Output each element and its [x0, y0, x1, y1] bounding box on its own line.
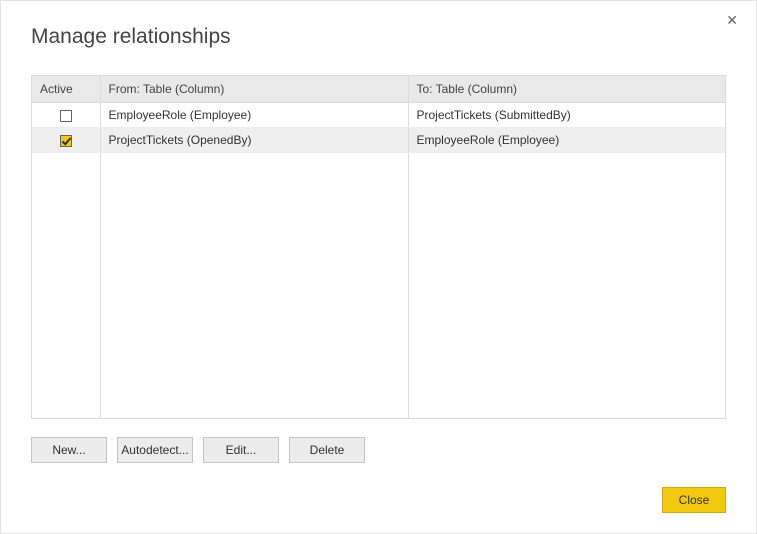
relationships-table-container: Active From: Table (Column) To: Table (C… — [31, 75, 726, 419]
close-icon[interactable]: ✕ — [726, 13, 738, 27]
active-checkbox[interactable] — [60, 110, 72, 122]
active-cell — [32, 128, 100, 153]
edit-button[interactable]: Edit... — [203, 437, 279, 463]
from-cell: EmployeeRole (Employee) — [100, 103, 408, 128]
delete-button[interactable]: Delete — [289, 437, 365, 463]
new-button[interactable]: New... — [31, 437, 107, 463]
active-cell — [32, 103, 100, 128]
table-header-row: Active From: Table (Column) To: Table (C… — [32, 76, 725, 103]
to-cell: EmployeeRole (Employee) — [408, 128, 725, 153]
relationships-table: Active From: Table (Column) To: Table (C… — [32, 76, 725, 419]
action-buttons: New... Autodetect... Edit... Delete — [31, 437, 726, 463]
table-empty-space — [32, 153, 725, 420]
dialog-title: Manage relationships — [31, 25, 726, 49]
close-button[interactable]: Close — [662, 487, 726, 513]
active-checkbox[interactable] — [60, 135, 72, 147]
col-header-to[interactable]: To: Table (Column) — [408, 76, 725, 103]
table-row[interactable]: ProjectTickets (OpenedBy) EmployeeRole (… — [32, 128, 725, 153]
dialog-content: Manage relationships Active From: Table … — [1, 1, 756, 533]
table-row[interactable]: EmployeeRole (Employee) ProjectTickets (… — [32, 103, 725, 128]
autodetect-button[interactable]: Autodetect... — [117, 437, 193, 463]
to-cell: ProjectTickets (SubmittedBy) — [408, 103, 725, 128]
from-cell: ProjectTickets (OpenedBy) — [100, 128, 408, 153]
dialog-footer: Close — [31, 487, 726, 513]
col-header-from[interactable]: From: Table (Column) — [100, 76, 408, 103]
col-header-active[interactable]: Active — [32, 76, 100, 103]
